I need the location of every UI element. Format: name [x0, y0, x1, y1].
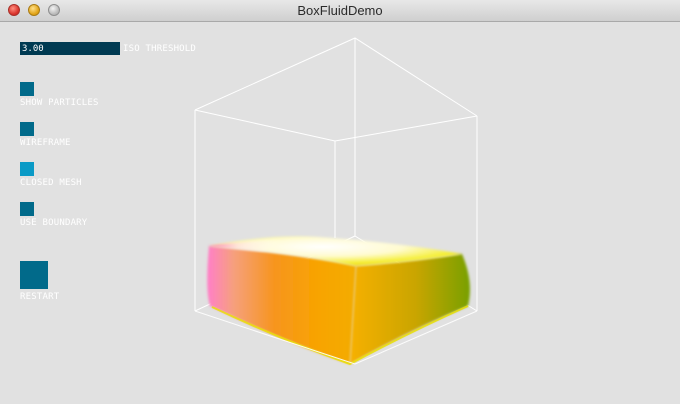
app-window: BoxFluidDemo 3.00 ISO THRESHOLD SHOW PAR… — [0, 0, 680, 404]
fluid-mesh — [207, 236, 470, 366]
fluid-viewport[interactable] — [0, 22, 680, 404]
window-title: BoxFluidDemo — [297, 3, 383, 18]
title-bar[interactable]: BoxFluidDemo — [0, 0, 680, 22]
